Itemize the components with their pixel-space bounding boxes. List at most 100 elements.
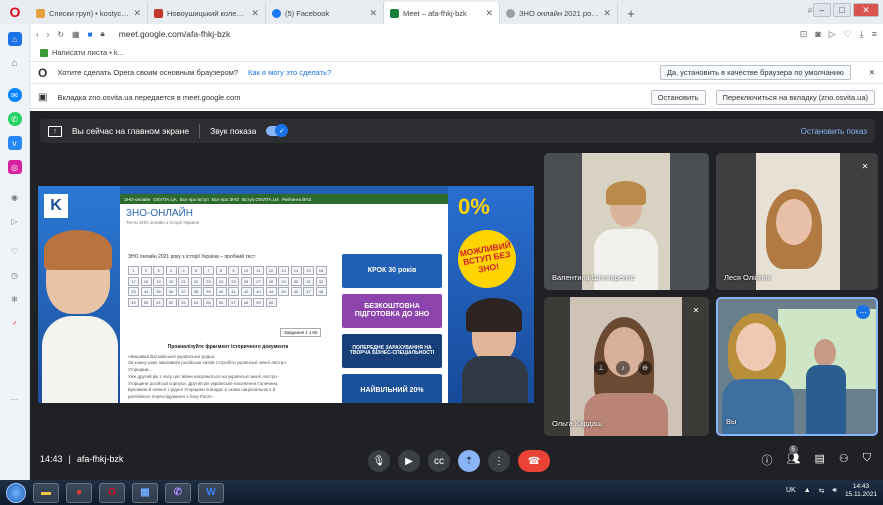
question-number-cell[interactable]: 12 bbox=[265, 266, 277, 275]
site-nav-item[interactable]: OSVITA.UA bbox=[153, 197, 177, 202]
new-tab-button[interactable]: + bbox=[622, 4, 640, 22]
question-number-cell[interactable]: 13 bbox=[278, 266, 289, 275]
question-number-cell[interactable]: 10 bbox=[240, 266, 252, 275]
start-button[interactable] bbox=[6, 482, 26, 503]
question-number-cell[interactable]: 35 bbox=[153, 287, 164, 296]
whatsapp-icon[interactable]: ✆ bbox=[7, 112, 22, 126]
question-number-cell[interactable]: 32 bbox=[315, 276, 327, 286]
question-number-cell[interactable]: 48 bbox=[315, 287, 327, 296]
maximize-button[interactable]: □ bbox=[833, 3, 851, 17]
tray-expand-icon[interactable]: ▲ bbox=[804, 487, 811, 494]
question-number-cell[interactable]: 42 bbox=[240, 287, 252, 296]
close-infobar-icon[interactable]: ✕ bbox=[869, 68, 875, 77]
close-tab-icon[interactable]: ✕ bbox=[133, 8, 141, 19]
question-number-cell[interactable]: 40 bbox=[215, 287, 227, 296]
chrome-icon[interactable]: ● bbox=[66, 482, 92, 503]
participant-tile[interactable]: Валентина Шинкаренко bbox=[544, 153, 709, 290]
question-number-cell[interactable]: 25 bbox=[228, 276, 239, 286]
question-number-cell[interactable]: 47 bbox=[303, 287, 314, 296]
question-number-cell[interactable]: 14 bbox=[290, 266, 302, 275]
question-number-cell[interactable]: 53 bbox=[178, 297, 189, 307]
site-nav-item[interactable]: Рейтинги ВНЗ bbox=[282, 197, 311, 202]
question-number-cell[interactable]: 38 bbox=[190, 287, 202, 296]
stop-presenting-button[interactable]: Остановить показ bbox=[801, 127, 867, 136]
snapshot-icon[interactable]: ⊡ bbox=[800, 29, 808, 40]
present-now-button[interactable]: ⇡ bbox=[458, 450, 480, 472]
question-number-cell[interactable]: 60 bbox=[265, 297, 277, 307]
question-number-cell[interactable]: 22 bbox=[190, 276, 202, 286]
question-number-cell[interactable]: 31 bbox=[303, 276, 314, 286]
question-number-cell[interactable]: 20 bbox=[165, 276, 177, 286]
send-icon[interactable]: ▷ bbox=[8, 214, 22, 228]
viber-icon[interactable]: ✆ bbox=[165, 482, 191, 503]
meeting-details-icon[interactable]: ⓘ bbox=[762, 452, 773, 468]
close-tab-icon[interactable]: ✕ bbox=[603, 8, 611, 19]
set-default-button[interactable]: Да, установить в качестве браузера по ум… bbox=[659, 65, 851, 80]
forward-icon[interactable]: › bbox=[47, 30, 50, 39]
site-nav-item[interactable]: Все про ЗНО bbox=[212, 197, 239, 202]
tab-4[interactable]: ЗНО онлайн 2021 року з ✕ bbox=[500, 2, 618, 24]
instagram-icon[interactable]: ◎ bbox=[7, 160, 22, 174]
tab-2[interactable]: (5) Facebook ✕ bbox=[266, 2, 384, 24]
question-number-cell[interactable]: 11 bbox=[253, 266, 264, 275]
question-number-cell[interactable]: 46 bbox=[290, 287, 302, 296]
question-number-cell[interactable]: 6 bbox=[190, 266, 202, 275]
volume-icon[interactable]: 🔊︎ bbox=[833, 487, 837, 495]
tab-0[interactable]: Списки груп) • kostycheva ✕ bbox=[30, 2, 148, 24]
question-number-cell[interactable]: 57 bbox=[228, 297, 239, 307]
close-tab-icon[interactable]: ✕ bbox=[485, 8, 493, 19]
heart-icon[interactable]: ♡ bbox=[8, 244, 22, 258]
question-number-cell[interactable]: 59 bbox=[253, 297, 264, 307]
player-icon[interactable]: ◉ bbox=[8, 190, 22, 204]
question-number-cell[interactable]: 52 bbox=[165, 297, 177, 307]
question-number-cell[interactable]: 49 bbox=[128, 297, 139, 307]
question-number-cell[interactable]: 50 bbox=[140, 297, 152, 307]
more-options-icon[interactable]: ⋯ bbox=[856, 305, 870, 319]
word-icon[interactable]: W bbox=[198, 482, 224, 503]
tab-1[interactable]: Новоушицький коледж П ✕ bbox=[148, 2, 266, 24]
question-number-cell[interactable]: 19 bbox=[153, 276, 164, 286]
bookmark-item[interactable]: Написати листа • k... bbox=[52, 48, 124, 57]
explorer-icon[interactable]: ▬ bbox=[33, 482, 59, 503]
question-number-cell[interactable]: 21 bbox=[178, 276, 189, 286]
reload-icon[interactable]: ↻ bbox=[57, 30, 64, 39]
home-icon[interactable]: ⌂ bbox=[7, 32, 22, 46]
site-nav-item[interactable]: ЗНО-онлайн bbox=[124, 197, 150, 202]
pin-icon[interactable]: ⊥ bbox=[594, 361, 608, 375]
close-tab-icon[interactable]: ✕ bbox=[251, 8, 259, 19]
question-number-cell[interactable]: 17 bbox=[128, 276, 139, 286]
question-number-cell[interactable]: 30 bbox=[290, 276, 302, 286]
settings-icon[interactable]: ✻ bbox=[8, 292, 22, 306]
question-number-cell[interactable]: 8 bbox=[215, 266, 227, 275]
camera-button[interactable]: ▶ bbox=[398, 450, 420, 472]
play-icon[interactable]: ▷ bbox=[829, 29, 836, 40]
question-number-cell[interactable]: 33 bbox=[128, 287, 139, 296]
question-number-cell[interactable]: 56 bbox=[215, 297, 227, 307]
question-number-cell[interactable]: 44 bbox=[265, 287, 277, 296]
question-number-cell[interactable]: 28 bbox=[265, 276, 277, 286]
ad-banner[interactable]: НАЙВІЛЬНИЙ 20% bbox=[342, 374, 442, 403]
question-number-cell[interactable]: 58 bbox=[240, 297, 252, 307]
chat-icon[interactable]: ▤ bbox=[814, 452, 824, 468]
question-number-cell[interactable]: 18 bbox=[140, 276, 152, 286]
messenger-icon[interactable]: ✉ bbox=[7, 88, 22, 102]
ad-banner[interactable]: БЕЗКОШТОВНА ПІДГОТОВКА ДО ЗНО bbox=[342, 294, 442, 328]
question-number-cell[interactable]: 34 bbox=[140, 287, 152, 296]
heart-icon[interactable]: ♡ bbox=[844, 29, 852, 40]
tab-3[interactable]: Meet – afa-fhkj-bzk ✕ bbox=[384, 2, 500, 24]
opera-icon[interactable]: O bbox=[99, 482, 125, 503]
ad-banner[interactable]: КРОК 30 років bbox=[342, 254, 442, 288]
download-icon[interactable]: ⤓ bbox=[860, 29, 864, 40]
mute-icon[interactable]: ♪ bbox=[616, 361, 630, 375]
question-number-cell[interactable]: 45 bbox=[278, 287, 289, 296]
tabs-grid-icon[interactable]: ▦ bbox=[72, 30, 80, 39]
question-number-cell[interactable]: 23 bbox=[203, 276, 214, 286]
microphone-button[interactable]: 🎙︎ bbox=[368, 450, 390, 472]
question-number-cell[interactable]: 26 bbox=[240, 276, 252, 286]
participant-tile[interactable]: ✕ ⊥ ♪ ⊖ Ольга Кардаш bbox=[544, 297, 709, 436]
question-number-cell[interactable]: 4 bbox=[165, 266, 177, 275]
question-number-cell[interactable]: 24 bbox=[215, 276, 227, 286]
language-indicator[interactable]: UK bbox=[786, 487, 796, 494]
host-controls-icon[interactable]: ⛉ bbox=[863, 452, 871, 468]
history-icon[interactable]: ◷ bbox=[8, 268, 22, 282]
